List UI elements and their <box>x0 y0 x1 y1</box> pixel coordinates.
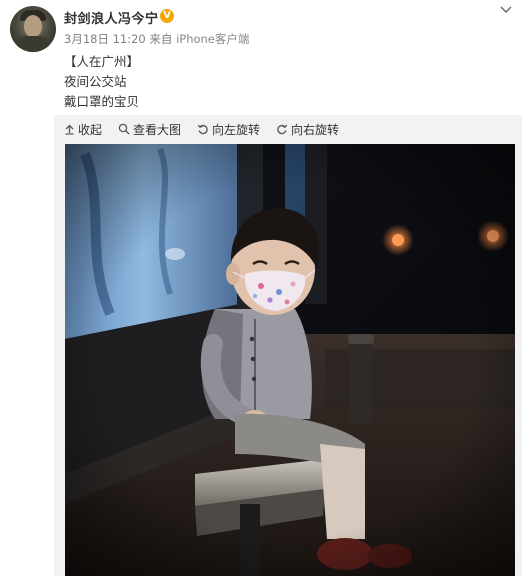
rotate-right-label: 向右旋转 <box>291 122 340 137</box>
photo-scene <box>65 144 515 576</box>
rotate-left-button[interactable]: 向左旋转 <box>197 121 260 138</box>
rotate-right-button[interactable]: 向右旋转 <box>276 121 339 138</box>
post-text-line: 戴口罩的宝贝 <box>64 94 140 109</box>
view-large-button[interactable]: 查看大图 <box>118 121 181 138</box>
post-text-line: 夜间公交站 <box>64 74 127 89</box>
avatar[interactable] <box>10 6 56 52</box>
avatar-coat <box>14 36 52 52</box>
collapse-button[interactable]: 收起 <box>64 121 102 138</box>
rotate-left-label: 向左旋转 <box>212 122 261 137</box>
collapse-label: 收起 <box>78 122 103 137</box>
image-toolbar: 收起 查看大图 向左旋转 向右旋转 <box>64 120 355 138</box>
username[interactable]: 封剑浪人冯今宁 <box>64 8 159 27</box>
post-source[interactable]: iPhone客户端 <box>176 32 249 46</box>
rotate-right-icon <box>277 124 288 135</box>
post-text-line: 【人在广州】 <box>64 54 140 69</box>
rotate-left-icon <box>197 124 208 135</box>
source-prefix: 来自 <box>149 32 173 46</box>
view-large-label: 查看大图 <box>133 122 182 137</box>
verified-badge-icon[interactable]: V <box>160 9 174 23</box>
post-meta: 3月18日 11:20 来自 iPhone客户端 <box>64 31 249 47</box>
chevron-down-icon[interactable] <box>499 4 513 14</box>
post-text: 【人在广州】 夜间公交站 戴口罩的宝贝 <box>64 52 139 112</box>
arrow-up-icon <box>65 124 74 135</box>
post-header: 封剑浪人冯今宁 V 3月18日 11:20 来自 iPhone客户端 【人在广州… <box>0 0 522 116</box>
magnifier-icon <box>118 123 130 135</box>
post-date[interactable]: 3月18日 11:20 <box>64 32 146 46</box>
avatar-face <box>24 15 42 37</box>
post-photo[interactable] <box>65 144 515 576</box>
